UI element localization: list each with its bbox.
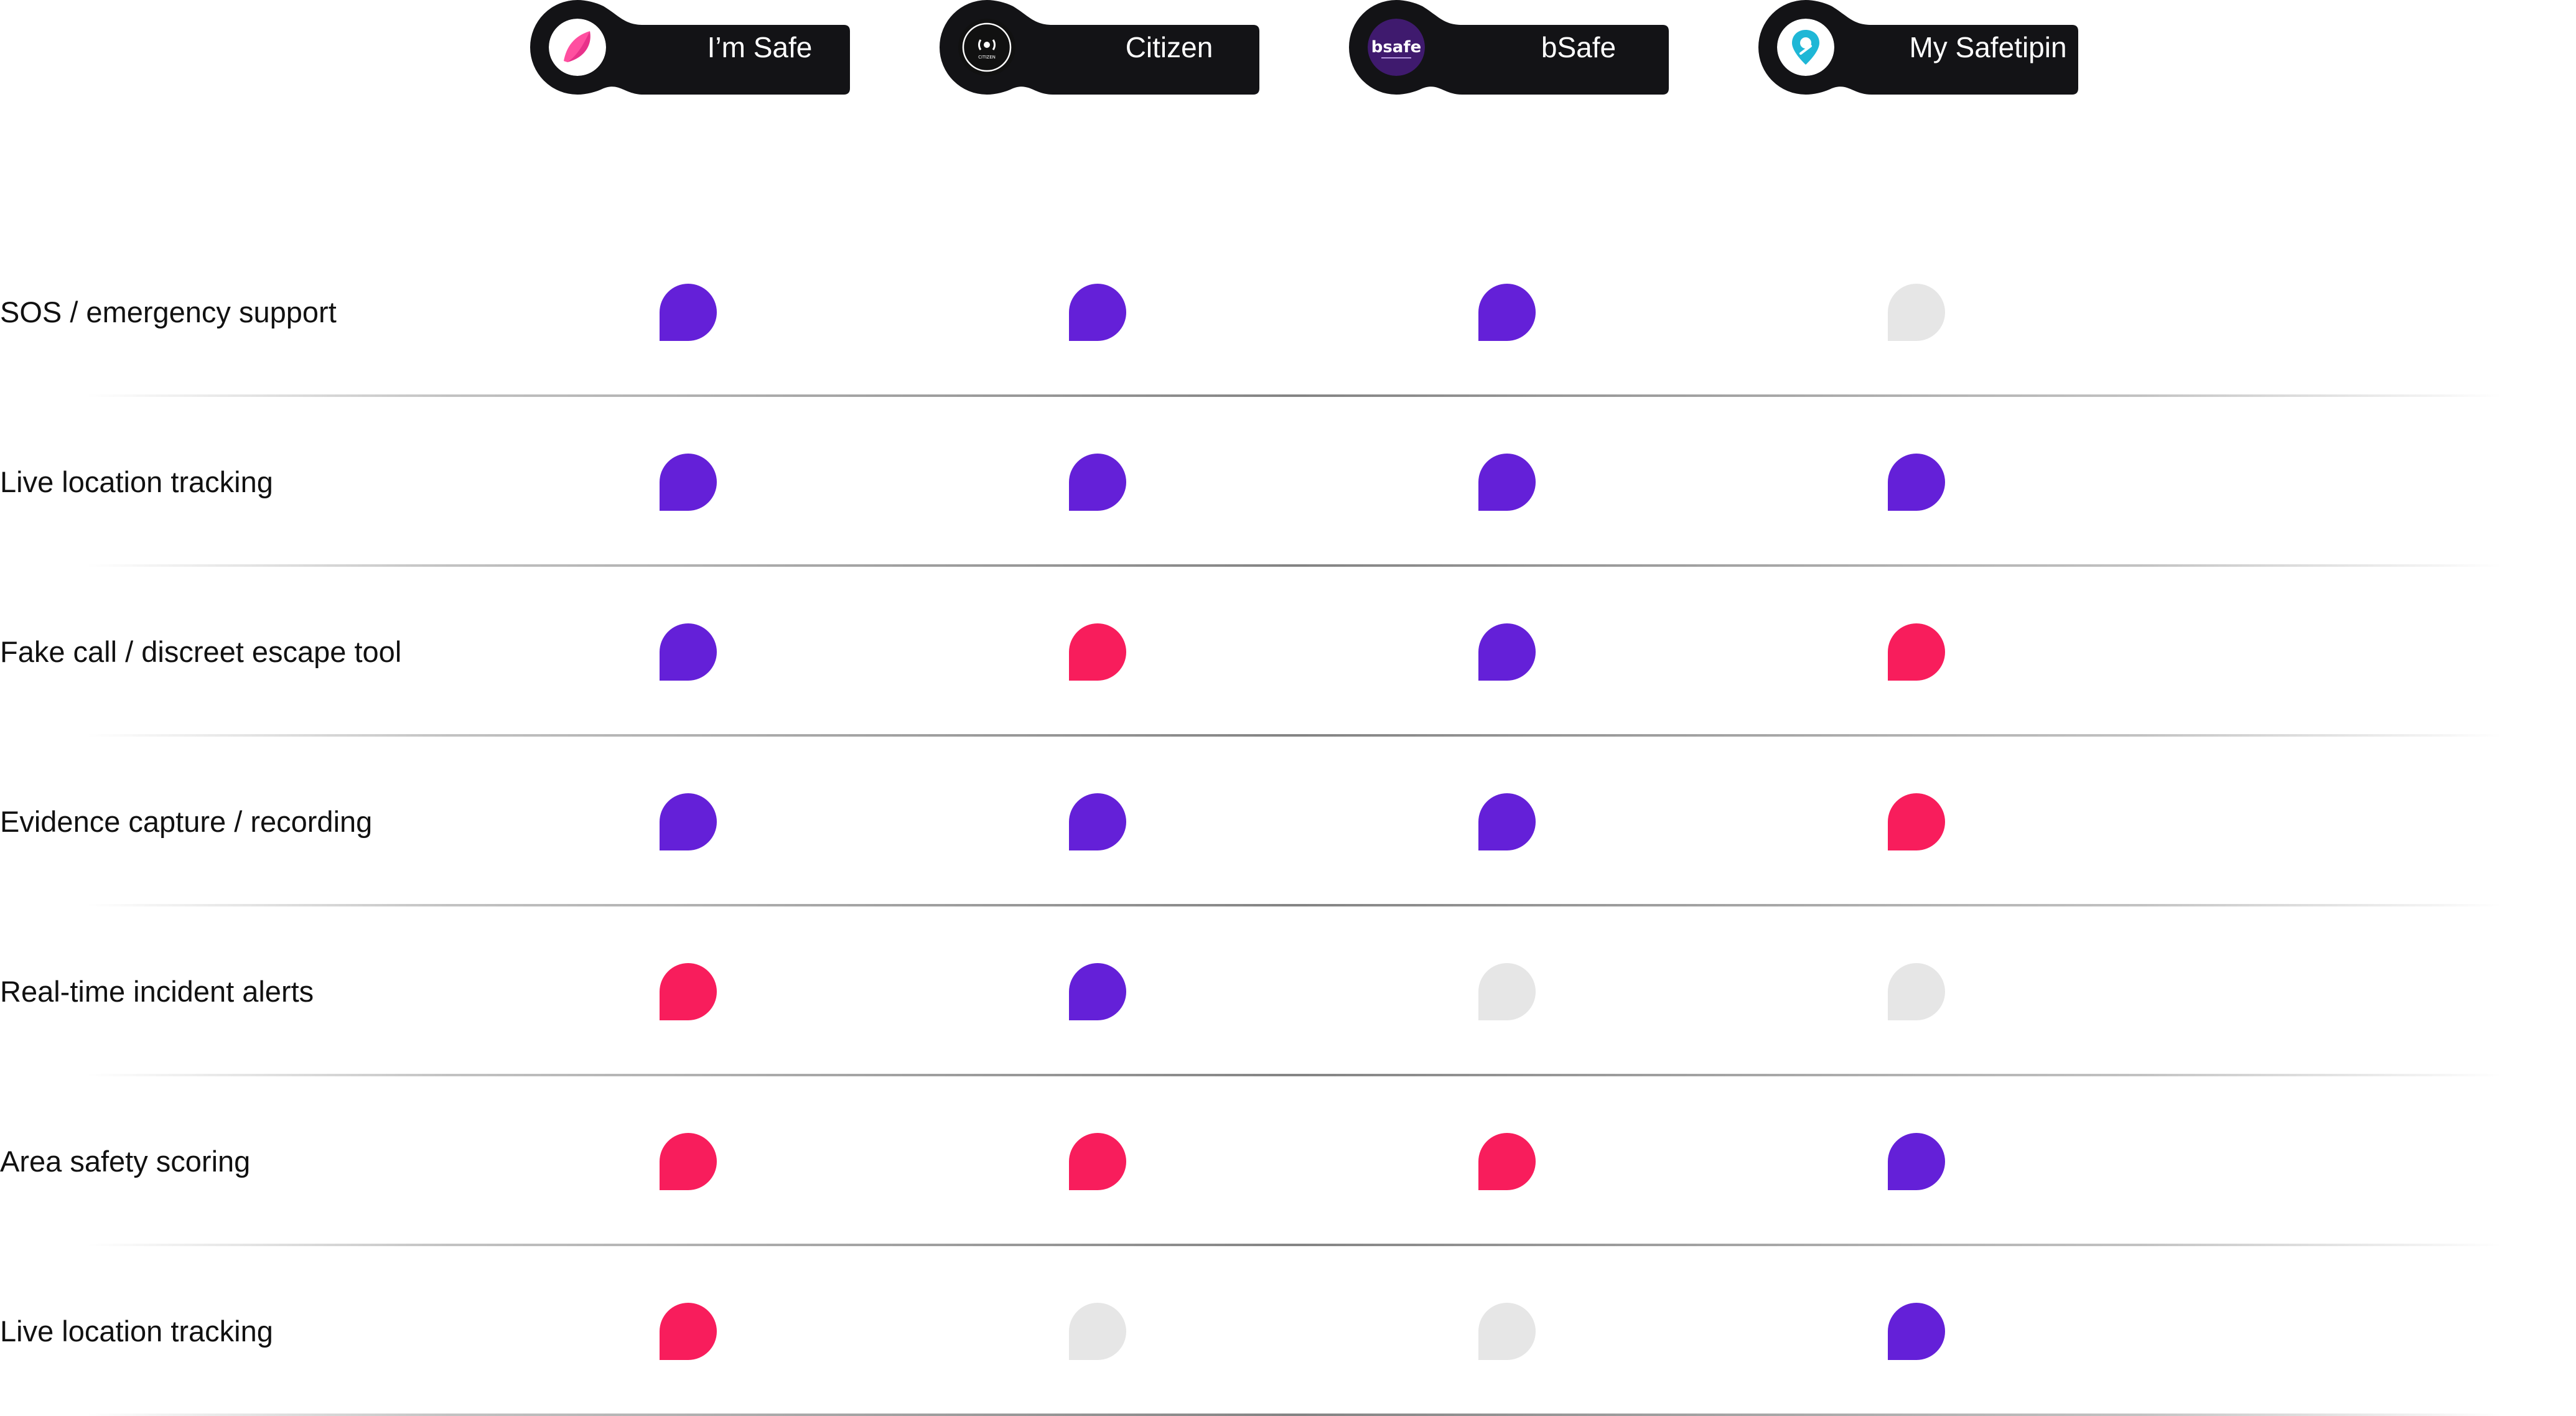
feature-row-fake-call: Fake call / discreet escape tool (0, 567, 2576, 737)
status-dot-citizen (1069, 454, 1126, 511)
status-dot-imsafe (660, 284, 717, 341)
feature-row-live-location-2: Live location tracking (0, 1247, 2576, 1416)
feature-label: Fake call / discreet escape tool (0, 635, 402, 668)
status-dot-citizen (1069, 284, 1126, 341)
bsafe-logo-icon: bsafe (1368, 19, 1425, 76)
feature-label: Evidence capture / recording (0, 805, 373, 838)
safetipin-logo-icon (1777, 19, 1834, 76)
status-dot-safetipin (1888, 793, 1945, 850)
status-dot-imsafe (660, 454, 717, 511)
app-tag-bsafe: bsafe bSafe (1345, 0, 1669, 95)
status-dot-citizen (1069, 1133, 1126, 1190)
status-dot-imsafe (660, 1303, 717, 1360)
status-dot-bsafe (1478, 1133, 1536, 1190)
status-dot-citizen (1069, 793, 1126, 850)
status-dot-safetipin (1888, 454, 1945, 511)
citizen-logo-icon: CITIZEN (958, 19, 1015, 76)
citizen-logo-text: CITIZEN (978, 55, 996, 60)
status-dot-imsafe (660, 623, 717, 681)
row-divider (87, 904, 2501, 906)
app-tag-safetipin: My Safetipin (1755, 0, 2078, 95)
feature-row-live-location: Live location tracking (0, 398, 2576, 567)
status-dot-safetipin (1888, 1133, 1945, 1190)
status-dot-bsafe (1478, 454, 1536, 511)
app-name: Citizen (1125, 31, 1213, 63)
status-dot-bsafe (1478, 284, 1536, 341)
row-divider (87, 1074, 2501, 1076)
status-dot-imsafe (660, 793, 717, 850)
row-divider (87, 564, 2501, 567)
feature-label: Real-time incident alerts (0, 975, 314, 1008)
app-tag-citizen: CITIZEN Citizen (936, 0, 1259, 95)
status-dot-bsafe (1478, 623, 1536, 681)
feature-label: Live location tracking (0, 465, 273, 498)
status-dot-imsafe (660, 963, 717, 1020)
status-dot-bsafe (1478, 793, 1536, 850)
feature-row-evidence: Evidence capture / recording (0, 737, 2576, 906)
status-dot-citizen (1069, 963, 1126, 1020)
app-name: I’m Safe (707, 31, 813, 63)
status-dot-bsafe (1478, 1303, 1536, 1360)
feature-row-incident-alerts: Real-time incident alerts (0, 907, 2576, 1076)
app-name: My Safetipin (1909, 31, 2067, 63)
imsafe-logo-icon (549, 19, 606, 76)
status-dot-safetipin (1888, 284, 1945, 341)
bsafe-logo-text: bsafe (1371, 38, 1422, 57)
feature-row-sos: SOS / emergency support (0, 228, 2576, 397)
status-dot-citizen (1069, 623, 1126, 681)
app-name: bSafe (1541, 31, 1617, 63)
feature-label: Live location tracking (0, 1315, 273, 1348)
app-tag-imsafe: I’m Safe (526, 0, 850, 95)
feature-label: SOS / emergency support (0, 296, 337, 328)
row-divider (87, 394, 2501, 397)
status-dot-safetipin (1888, 1303, 1945, 1360)
status-dot-bsafe (1478, 963, 1536, 1020)
feature-row-area-scoring: Area safety scoring (0, 1077, 2576, 1246)
row-divider (87, 1414, 2501, 1416)
status-dot-citizen (1069, 1303, 1126, 1360)
row-divider (87, 734, 2501, 737)
status-dot-imsafe (660, 1133, 717, 1190)
feature-label: Area safety scoring (0, 1145, 251, 1178)
status-dot-safetipin (1888, 623, 1945, 681)
status-dot-safetipin (1888, 963, 1945, 1020)
row-divider (87, 1244, 2501, 1246)
